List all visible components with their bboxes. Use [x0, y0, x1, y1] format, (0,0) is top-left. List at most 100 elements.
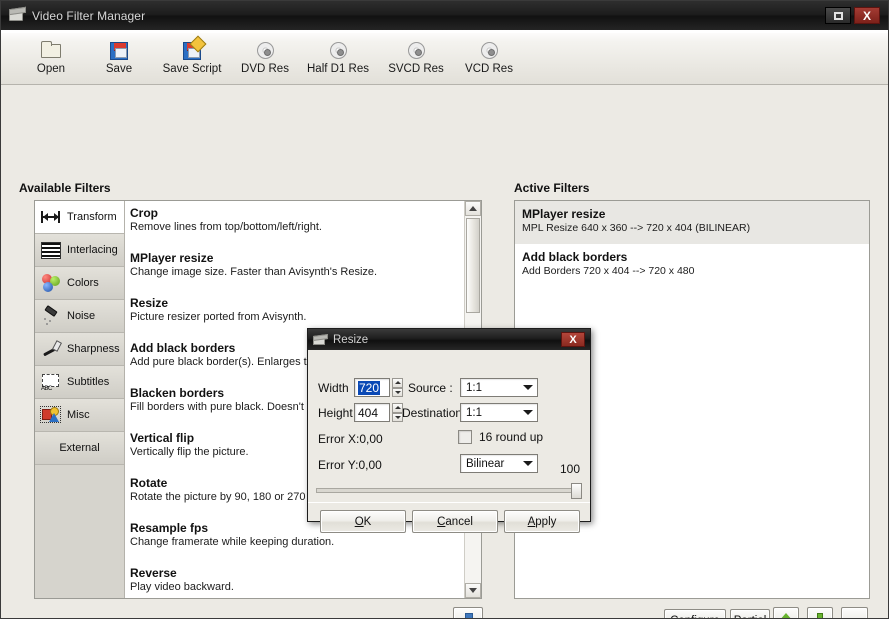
cancel-label: Cancel: [437, 515, 473, 528]
destination-aspect-select[interactable]: 1:1: [460, 403, 538, 422]
partial-label: Partial: [734, 615, 767, 619]
toolbar-svcd-res-button[interactable]: SVCD Res: [377, 35, 455, 75]
filter-desc: Play video backward.: [130, 581, 234, 593]
configure-button[interactable]: Configure: [664, 609, 726, 618]
category-transform[interactable]: Transform: [35, 201, 124, 234]
filter-desc: Change image size. Faster than Avisynth'…: [130, 266, 378, 278]
destination-label: Destination: [402, 406, 463, 420]
category-subtitles[interactable]: ABC Subtitles: [35, 366, 124, 399]
round-up-checkbox[interactable]: [458, 430, 472, 444]
category-subtitles-label: Subtitles: [67, 376, 110, 388]
toolbar-vcd-res-button[interactable]: VCD Res: [455, 35, 523, 75]
slider-thumb[interactable]: [571, 483, 582, 499]
toolbar-half-d1-res-label: Half D1 Res: [307, 63, 369, 75]
filter-desc: Picture resizer ported from Avisynth.: [130, 311, 307, 323]
category-transform-label: Transform: [67, 211, 117, 223]
interpolation-select[interactable]: Bilinear: [460, 454, 538, 473]
resize-dialog-close-button[interactable]: X: [561, 332, 585, 347]
arrow-up-icon: [779, 612, 793, 618]
resize-dialog-title: Resize: [333, 333, 369, 346]
active-filter-name: Add black borders: [522, 250, 628, 264]
slider-track[interactable]: [316, 488, 582, 493]
available-filters-title: Available Filters: [19, 181, 111, 195]
move-filter-down-button[interactable]: [807, 607, 833, 618]
resize-dialog: Resize X Width 720 Height 404 Error X:0,…: [307, 328, 591, 533]
active-filter-row[interactable]: Add black borders Add Borders 720 x 404 …: [515, 244, 869, 287]
disc-icon: [405, 39, 427, 61]
resize-dialog-body: Width 720 Height 404 Error X:0,00 Error …: [308, 350, 590, 533]
height-input[interactable]: 404: [354, 403, 390, 422]
toolbar-save-button[interactable]: Save: [85, 35, 153, 75]
scrollbar-thumb[interactable]: [466, 218, 480, 313]
toolbar-save-script-button[interactable]: Save Script: [153, 35, 231, 75]
main-toolbar: Open Save Save Script DVD Res Half D1 Re…: [1, 30, 888, 85]
round-up-row: 16 round up: [458, 430, 543, 444]
scroll-up-button[interactable]: [465, 201, 481, 216]
toolbar-save-script-label: Save Script: [162, 63, 222, 75]
restore-button[interactable]: [825, 7, 851, 24]
cancel-button[interactable]: Cancel: [412, 510, 498, 533]
main-window: Video Filter Manager X Open Save Save Sc…: [0, 0, 889, 619]
category-misc-label: Misc: [67, 409, 90, 421]
apply-button[interactable]: Apply: [504, 510, 580, 533]
disc-icon: [478, 39, 500, 61]
category-interlacing-label: Interlacing: [67, 244, 118, 256]
configure-label: Configure: [670, 615, 720, 619]
source-aspect-select[interactable]: 1:1: [460, 378, 538, 397]
category-sharpness-label: Sharpness: [67, 343, 120, 355]
category-misc[interactable]: Misc: [35, 399, 124, 432]
filter-item[interactable]: Crop Remove lines from top/bottom/left/r…: [130, 206, 464, 234]
partial-button[interactable]: Partial: [730, 609, 770, 618]
remove-filter-button[interactable]: [841, 607, 868, 618]
width-spinner-down[interactable]: [392, 387, 403, 397]
scroll-down-button[interactable]: [465, 583, 481, 598]
toolbar-svcd-res-label: SVCD Res: [388, 63, 444, 75]
filter-item[interactable]: Reverse Play video backward.: [130, 566, 464, 594]
add-filter-button[interactable]: [453, 607, 483, 618]
ok-button[interactable]: OK: [320, 510, 406, 533]
active-filter-desc: Add Borders 720 x 404 --> 720 x 480: [522, 265, 695, 277]
filter-item[interactable]: Resize Picture resizer ported from Avisy…: [130, 296, 464, 324]
filter-name: Crop: [130, 206, 158, 220]
round-up-label: 16 round up: [479, 430, 544, 444]
category-interlacing[interactable]: Interlacing: [35, 234, 124, 267]
active-filter-desc: MPL Resize 640 x 360 --> 720 x 404 (BILI…: [522, 222, 751, 234]
source-aspect-value: 1:1: [466, 381, 482, 394]
toolbar-half-d1-res-button[interactable]: Half D1 Res: [299, 35, 377, 75]
screenshot-root: Video Filter Manager X Open Save Save Sc…: [0, 0, 889, 619]
interlacing-lines-icon: [40, 239, 62, 261]
close-window-button[interactable]: X: [854, 7, 880, 24]
width-label: Width: [318, 381, 349, 395]
toolbar-open-button[interactable]: Open: [17, 35, 85, 75]
error-x-label: Error X:0,00: [318, 432, 383, 446]
active-filter-row[interactable]: MPlayer resize MPL Resize 640 x 360 --> …: [515, 201, 869, 244]
window-titlebar: Video Filter Manager X: [1, 1, 888, 30]
source-label: Source :: [408, 381, 453, 395]
category-colors[interactable]: Colors: [35, 267, 124, 300]
height-label: Height: [318, 406, 353, 420]
disc-icon: [327, 39, 349, 61]
active-filters-title: Active Filters: [514, 181, 590, 195]
arrow-down-icon: [813, 612, 827, 618]
category-external[interactable]: External: [35, 432, 124, 465]
width-input[interactable]: 720: [354, 378, 390, 397]
height-value: 404: [358, 405, 379, 420]
floppy-disk-icon: [108, 39, 130, 61]
dialog-separator: [308, 502, 590, 503]
width-spinner-up[interactable]: [392, 378, 403, 388]
clapperboard-icon: [8, 7, 25, 24]
toolbar-dvd-res-button[interactable]: DVD Res: [231, 35, 299, 75]
category-sharpness[interactable]: Sharpness: [35, 333, 124, 366]
quality-slider[interactable]: [316, 483, 582, 499]
active-filter-name: MPlayer resize: [522, 207, 606, 221]
move-filter-up-button[interactable]: [773, 607, 799, 618]
toolbar-save-label: Save: [105, 63, 133, 75]
category-noise[interactable]: Noise: [35, 300, 124, 333]
width-spinner[interactable]: [392, 378, 403, 397]
sharpness-pen-icon: [40, 338, 62, 360]
chevron-down-icon: [519, 455, 537, 472]
filter-desc: Remove lines from top/bottom/left/right.: [130, 221, 322, 233]
filter-name: Reverse: [130, 566, 177, 580]
filter-item[interactable]: MPlayer resize Change image size. Faster…: [130, 251, 464, 279]
destination-aspect-value: 1:1: [466, 406, 482, 419]
